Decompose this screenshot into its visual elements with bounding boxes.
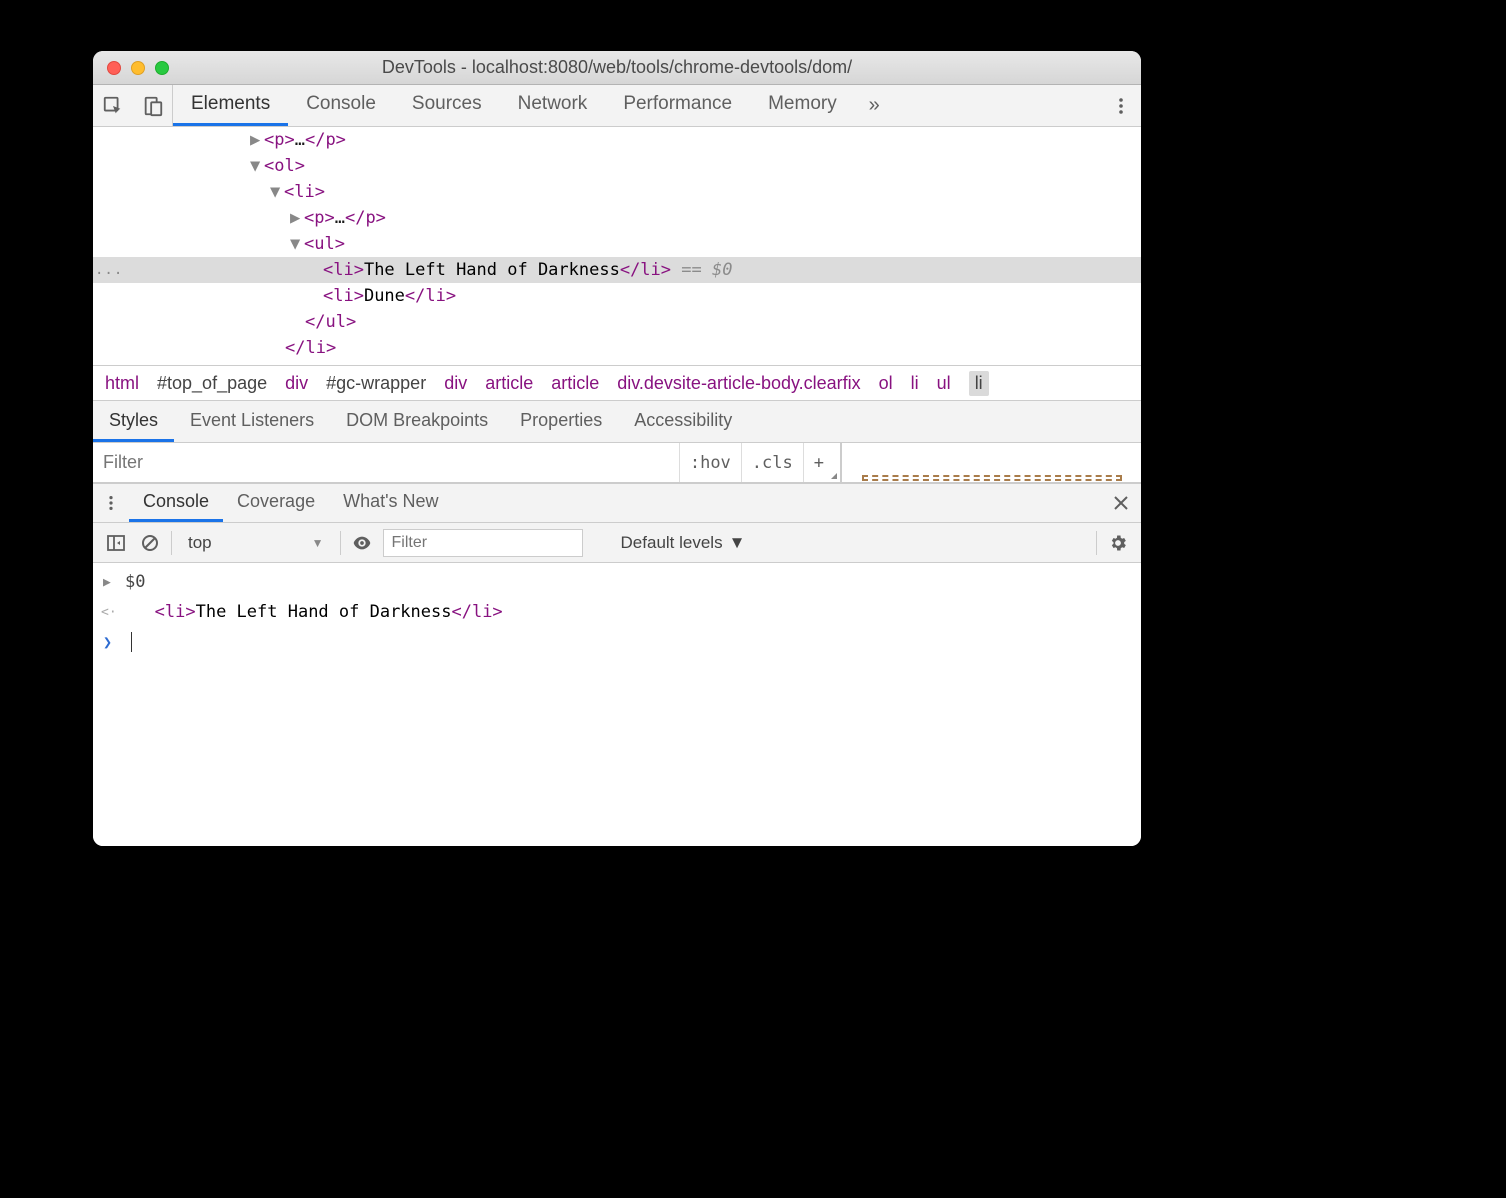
dom-node[interactable]: </ul> (93, 309, 1141, 335)
dom-node[interactable]: ▼ <li> (93, 179, 1141, 205)
styles-tab-bar: StylesEvent ListenersDOM BreakpointsProp… (93, 401, 1141, 443)
traffic-lights (93, 61, 169, 75)
console-line[interactable]: ▶$0 (93, 567, 1141, 597)
tab-elements[interactable]: Elements (173, 85, 288, 126)
tab-accessibility[interactable]: Accessibility (618, 401, 748, 442)
dom-node[interactable]: ▶ <p>…</p> (93, 127, 1141, 153)
close-drawer-icon[interactable] (1101, 484, 1141, 522)
console-settings-icon[interactable] (1105, 530, 1131, 556)
inspect-element-icon[interactable] (93, 85, 133, 126)
breadcrumb-item[interactable]: div.devsite-article-body.clearfix (617, 373, 860, 394)
drawer-tab-what-s-new[interactable]: What's New (329, 484, 452, 522)
console-line[interactable]: ❯ (93, 627, 1141, 657)
devtools-window: DevTools - localhost:8080/web/tools/chro… (93, 51, 1141, 846)
console-toolbar: top ▼ Default levels ▼ (93, 523, 1141, 563)
tab-console[interactable]: Console (288, 85, 394, 126)
breadcrumb-item[interactable]: ol (879, 373, 893, 394)
drawer-tab-console[interactable]: Console (129, 484, 223, 522)
tab-network[interactable]: Network (500, 85, 606, 126)
breadcrumb-item[interactable]: ul (937, 373, 951, 394)
console-line[interactable]: <·<li>The Left Hand of Darkness</li> (93, 597, 1141, 627)
toggle-hover-button[interactable]: :hov (679, 443, 741, 482)
log-levels-select[interactable]: Default levels ▼ (621, 533, 746, 553)
maximize-window-button[interactable] (155, 61, 169, 75)
tab-styles[interactable]: Styles (93, 401, 174, 442)
dom-node[interactable]: <li>The Left Hand of Darkness</li> == $0 (93, 257, 1141, 283)
tab-dom-breakpoints[interactable]: DOM Breakpoints (330, 401, 504, 442)
dom-node[interactable]: ▼ <ol> (93, 153, 1141, 179)
dropdown-caret-icon: ▼ (312, 536, 324, 550)
clear-console-icon[interactable] (137, 530, 163, 556)
more-tabs-icon[interactable]: » (855, 85, 895, 126)
breadcrumb-item[interactable]: #gc-wrapper (326, 373, 426, 394)
dom-node[interactable]: ▶ <p>…</p> (93, 205, 1141, 231)
execution-context-select[interactable]: top ▼ (180, 531, 332, 555)
dom-node[interactable]: </li> (93, 335, 1141, 361)
tab-event-listeners[interactable]: Event Listeners (174, 401, 330, 442)
dom-node[interactable]: <li>Dune</li> (93, 283, 1141, 309)
breadcrumb-item[interactable]: li (911, 373, 919, 394)
breadcrumb-item[interactable]: article (485, 373, 533, 394)
console-output[interactable]: ▶$0<·<li>The Left Hand of Darkness</li>❯ (93, 563, 1141, 846)
tab-memory[interactable]: Memory (750, 85, 855, 126)
drawer-menu-icon[interactable] (93, 484, 129, 522)
drawer-tab-bar: ConsoleCoverageWhat's New (93, 483, 1141, 523)
console-sidebar-toggle-icon[interactable] (103, 530, 129, 556)
device-toolbar-icon[interactable] (133, 85, 173, 126)
log-levels-label: Default levels (621, 533, 723, 553)
main-tab-bar: ElementsConsoleSourcesNetworkPerformance… (93, 85, 1141, 127)
breadcrumb-item[interactable]: article (551, 373, 599, 394)
breadcrumb-item[interactable]: div (444, 373, 467, 394)
styles-filter-input[interactable] (93, 443, 679, 482)
live-expression-icon[interactable] (349, 530, 375, 556)
tab-performance[interactable]: Performance (605, 85, 750, 126)
settings-kebab-icon[interactable] (1101, 85, 1141, 126)
execution-context-label: top (188, 533, 212, 553)
box-model-preview (841, 443, 1141, 482)
breadcrumb-item[interactable]: li (969, 371, 989, 396)
new-style-rule-button[interactable]: + (803, 443, 840, 482)
breadcrumb-item[interactable]: div (285, 373, 308, 394)
toggle-class-button[interactable]: .cls (741, 443, 803, 482)
breadcrumb-item[interactable]: #top_of_page (157, 373, 267, 394)
dropdown-caret-icon: ▼ (729, 533, 746, 553)
minimize-window-button[interactable] (131, 61, 145, 75)
drawer-tab-coverage[interactable]: Coverage (223, 484, 329, 522)
elements-dom-tree[interactable]: ▶ <p>…</p>▼ <ol>▼ <li>▶ <p>…</p>▼ <ul><l… (93, 127, 1141, 365)
breadcrumb-item[interactable]: html (105, 373, 139, 394)
tab-sources[interactable]: Sources (394, 85, 500, 126)
console-filter-input[interactable] (383, 529, 583, 557)
close-window-button[interactable] (107, 61, 121, 75)
dom-breadcrumbs: html #top_of_page div #gc-wrapper div article… (93, 365, 1141, 401)
tab-properties[interactable]: Properties (504, 401, 618, 442)
window-title: DevTools - localhost:8080/web/tools/chro… (93, 57, 1141, 78)
dom-node[interactable]: ▼ <ul> (93, 231, 1141, 257)
styles-toolbar: :hov .cls + (93, 443, 1141, 483)
window-titlebar: DevTools - localhost:8080/web/tools/chro… (93, 51, 1141, 85)
